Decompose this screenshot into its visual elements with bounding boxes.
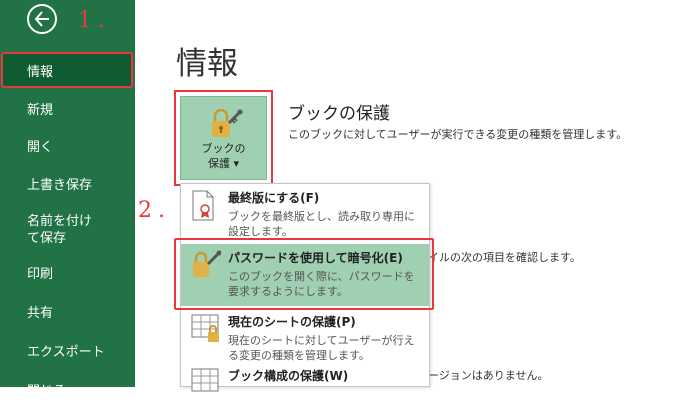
sidebar-item-label: 共有	[27, 305, 54, 321]
menu-item-title: パスワードを使用して暗号化(E)	[228, 251, 403, 265]
sidebar-item-label: 上書き保存	[27, 177, 93, 193]
menu-item-title: 現在のシートの保護(P)	[228, 315, 356, 329]
lock-key-icon	[191, 250, 222, 284]
section-description: このブックに対してユーザーが実行できる変更の種類を管理します。	[288, 128, 628, 141]
menu-item-mark-final[interactable]: 最終版にする(F) ブックを最終版とし、読み取り専用に設定します。	[181, 184, 429, 242]
step-2-annotation: 2.	[138, 198, 171, 223]
sidebar-item-print[interactable]: 印刷	[0, 254, 135, 290]
menu-item-description: ブックを最終版とし、読み取り専用に設定します。	[228, 210, 415, 238]
sidebar-item-label: 名前を付けて保存	[27, 214, 93, 246]
sidebar-item-label: 情報	[27, 64, 54, 80]
protect-workbook-button-face: ブックの 保護 ▾	[180, 96, 267, 180]
menu-item-encrypt-password[interactable]: パスワードを使用して暗号化(E) このブックを開く際に、パスワードを要求するよう…	[181, 244, 429, 306]
menu-item-title: 最終版にする(F)	[228, 191, 320, 205]
menu-item-protect-sheet[interactable]: 現在のシートの保護(P) 現在のシートに対してユーザーが行える変更の種類を管理し…	[181, 308, 429, 362]
document-ribbon-icon	[191, 190, 217, 226]
sidebar-item-info[interactable]: 情報	[1, 52, 133, 88]
inspect-description-partial: イルの次の項目を確認します。	[428, 251, 581, 264]
sidebar-item-save-as[interactable]: 名前を付けて保存	[0, 207, 100, 253]
sidebar-item-label: 開く	[27, 139, 54, 155]
menu-item-description: このブックを開く際に、パスワードを要求するようにします。	[228, 270, 415, 298]
menu-item-protect-structure[interactable]: ブック構成の保護(W)	[181, 362, 429, 392]
sidebar-item-save[interactable]: 上書き保存	[0, 165, 135, 201]
sidebar-item-close[interactable]: 閉じる	[0, 371, 135, 407]
protect-button-label-line2: 保護 ▾	[207, 157, 240, 170]
sidebar-item-new[interactable]: 新規	[0, 90, 135, 126]
sidebar-item-export[interactable]: エクスポート	[0, 332, 135, 368]
section-title: ブックの保護	[288, 104, 390, 124]
sidebar-item-label: 新規	[27, 102, 54, 118]
protect-workbook-button[interactable]: ブックの 保護 ▾	[174, 90, 273, 186]
sidebar-item-label: 閉じる	[27, 383, 67, 399]
sidebar-item-label: エクスポート	[27, 344, 105, 360]
protect-workbook-menu: 最終版にする(F) ブックを最終版とし、読み取り専用に設定します。 パスワードを…	[180, 183, 430, 392]
page-title: 情報	[176, 46, 238, 82]
sidebar-item-label: 印刷	[27, 266, 54, 282]
protect-button-label-line1: ブックの	[201, 142, 246, 155]
menu-item-description: 現在のシートに対してユーザーが行える変更の種類を管理します。	[228, 334, 415, 362]
sheet-lock-icon	[191, 314, 221, 348]
workbook-structure-icon	[191, 368, 221, 396]
step-1-annotation: 1.	[78, 8, 111, 33]
sidebar-item-open[interactable]: 開く	[0, 127, 135, 163]
protect-button-label: ブックの 保護 ▾	[181, 141, 266, 171]
menu-item-title: ブック構成の保護(W)	[228, 369, 349, 383]
versions-description-partial: ージョンはありません。	[428, 369, 549, 382]
back-arrow-icon[interactable]	[27, 4, 57, 34]
sidebar-item-share[interactable]: 共有	[0, 293, 135, 329]
backstage-sidebar: 情報 新規 開く 上書き保存 名前を付けて保存 印刷 共有 エクスポート 閉じる	[0, 0, 135, 399]
lock-key-icon	[209, 108, 243, 143]
